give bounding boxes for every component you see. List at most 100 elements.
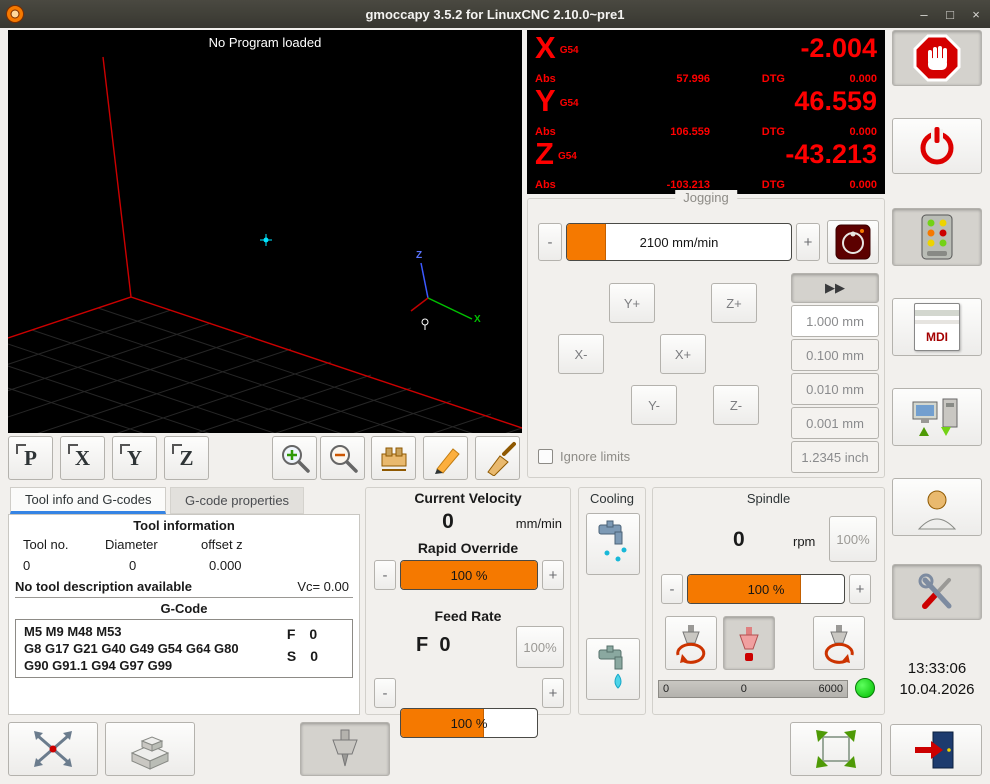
mdi-mode-button[interactable]: MDI	[892, 298, 982, 356]
jog-speed-minus-button[interactable]: -	[538, 223, 562, 261]
view-z-button[interactable]: Z	[164, 436, 209, 480]
gremlin-preview[interactable]: No Program loaded Z X	[8, 30, 522, 433]
bar-min: 0	[663, 683, 670, 695]
mist-icon	[598, 520, 627, 562]
tool-description: No tool description available	[15, 579, 192, 594]
jog-keypad-icon	[921, 214, 953, 260]
manual-mode-button[interactable]	[892, 208, 982, 266]
jog-y-minus-button[interactable]: Y-	[631, 385, 677, 425]
jog-speed-slider[interactable]: 2100 mm/min	[566, 223, 792, 261]
increment-01mm-button[interactable]: 0.100 mm	[791, 339, 879, 371]
jog-y-plus-button[interactable]: Y+	[609, 283, 655, 323]
clock: 13:33:06 10.04.2026	[888, 658, 986, 700]
clear-preview-button[interactable]	[475, 436, 520, 480]
block-height-button[interactable]	[105, 722, 195, 776]
spindle-ccw-button[interactable]	[665, 616, 717, 670]
increment-0001mm-button[interactable]: 0.001 mm	[791, 407, 879, 439]
gcode-box: M5 M9 M48 M53 G8 G17 G21 G40 G49 G54 G64…	[15, 619, 353, 678]
jog-x-minus-button[interactable]: X-	[558, 334, 604, 374]
spindle-stop-button[interactable]	[723, 616, 775, 670]
current-velocity-title: Current Velocity	[414, 490, 522, 506]
clamp-icon	[381, 447, 406, 471]
window-title: gmoccapy 3.5.2 for LinuxCNC 2.10.0~pre1	[365, 6, 625, 22]
feed-minus-button[interactable]: -	[374, 678, 396, 708]
mist-coolant-button[interactable]	[586, 513, 640, 575]
pencil-icon	[434, 448, 460, 474]
power-icon	[920, 127, 954, 165]
view-p-button[interactable]: P	[8, 436, 53, 480]
clock-time: 13:33:06	[907, 660, 967, 677]
view-y-button[interactable]: Y	[112, 436, 157, 480]
gcode-header: G-Code	[160, 601, 208, 616]
axis-triad	[410, 262, 473, 330]
minimize-icon[interactable]: –	[916, 7, 932, 22]
feed-rate-title: Feed Rate	[434, 608, 502, 624]
dro-axis-y[interactable]: Y G54 46.559 Abs 106.559 DTG 0.000	[535, 85, 877, 138]
jog-continuous-button[interactable]: ▶▶	[791, 273, 879, 303]
mdi-page-icon: MDI	[914, 303, 960, 351]
increment-1mm-button[interactable]: 1.000 mm	[791, 305, 879, 337]
increment-001mm-button[interactable]: 0.010 mm	[791, 373, 879, 405]
tab-gcode-properties[interactable]: G-code properties	[170, 487, 305, 514]
tool-info-header: Tool information	[133, 518, 235, 533]
velocity-panel: Current Velocity 0 mm/min Rapid Override…	[365, 487, 571, 738]
feed-rate-slider[interactable]: 100 %	[400, 708, 538, 738]
touch-off-button[interactable]	[8, 722, 98, 776]
estop-button[interactable]	[892, 30, 982, 86]
col-tool-no: Tool no.	[23, 537, 69, 552]
zoom-out-button[interactable]	[320, 436, 365, 480]
spindle-unit: rpm	[793, 534, 816, 549]
exit-button[interactable]	[890, 724, 982, 776]
zoom-out-icon	[329, 445, 358, 473]
maximize-icon[interactable]: □	[942, 7, 958, 22]
tab-tool-info[interactable]: Tool info and G-codes	[10, 487, 167, 514]
auto-mode-button[interactable]	[892, 388, 982, 446]
user-icon	[917, 490, 957, 530]
zoom-in-button[interactable]	[272, 436, 317, 480]
spindle-override-slider[interactable]: 100 %	[687, 574, 845, 604]
jog-x-plus-button[interactable]: X+	[660, 334, 706, 374]
val-diameter: 0	[129, 558, 137, 573]
jog-z-plus-button[interactable]: Z+	[711, 283, 757, 323]
spindle-title: Spindle	[746, 491, 791, 506]
spindle-cw-button[interactable]	[813, 616, 865, 670]
jog-z-minus-button[interactable]: Z-	[713, 385, 759, 425]
tool-path-clear-button[interactable]	[371, 436, 416, 480]
preview-scene	[8, 56, 522, 433]
jog-pendant-button[interactable]	[827, 220, 879, 264]
mdi-label: MDI	[926, 330, 948, 344]
rapid-override-slider[interactable]: 100 %	[400, 560, 538, 590]
jog-speed-plus-button[interactable]: +	[796, 223, 820, 261]
dro-axis-z[interactable]: Z G54 -43.213 Abs -103.213 DTG 0.000	[535, 138, 877, 191]
s-value: 0	[310, 648, 318, 664]
dro-panel[interactable]: X G54 -2.004 Abs 57.996 DTG 0.000 Y G54 …	[527, 30, 885, 194]
fullscreen-button[interactable]	[790, 722, 882, 776]
settings-button[interactable]	[892, 564, 982, 620]
view-x-button[interactable]: X	[60, 436, 105, 480]
rapid-plus-button[interactable]: +	[542, 560, 564, 590]
jogging-frame: Jogging - 2100 mm/min + Y+ Z+ X- X+ Y- Z…	[527, 190, 885, 478]
gcode-line-2: G8 G17 G21 G40 G49 G54 G64 G80	[24, 641, 239, 656]
view-corner-mark	[16, 444, 26, 454]
spindle-reset-button[interactable]: 100%	[829, 516, 877, 562]
ignore-limits-checkbox[interactable]	[538, 449, 553, 464]
vc-value: Vc= 0.00	[297, 579, 349, 594]
gcode-line-3: G90 G91.1 G94 G97 G99	[24, 658, 173, 673]
dro-axis-x[interactable]: X G54 -2.004 Abs 57.996 DTG 0.000	[535, 32, 877, 85]
spindle-minus-button[interactable]: -	[661, 574, 683, 604]
machine-on-button[interactable]	[892, 118, 982, 174]
edit-program-button[interactable]	[423, 436, 468, 480]
rapid-minus-button[interactable]: -	[374, 560, 396, 590]
spindle-plus-button[interactable]: +	[849, 574, 871, 604]
axes-arrows-icon	[34, 731, 72, 767]
zoom-in-icon	[281, 445, 310, 473]
feed-display: F 0	[416, 634, 451, 656]
close-icon[interactable]: ×	[968, 7, 984, 22]
feed-plus-button[interactable]: +	[542, 678, 564, 708]
feed-reset-button[interactable]: 100%	[516, 626, 564, 668]
increment-inch-button[interactable]: 1.2345 inch	[791, 441, 879, 473]
tool-measure-button[interactable]	[300, 722, 390, 776]
user-tab-button[interactable]	[892, 478, 982, 536]
flood-coolant-button[interactable]	[586, 638, 640, 700]
tool-info-content: Tool information Tool no. Diameter offse…	[8, 514, 360, 715]
